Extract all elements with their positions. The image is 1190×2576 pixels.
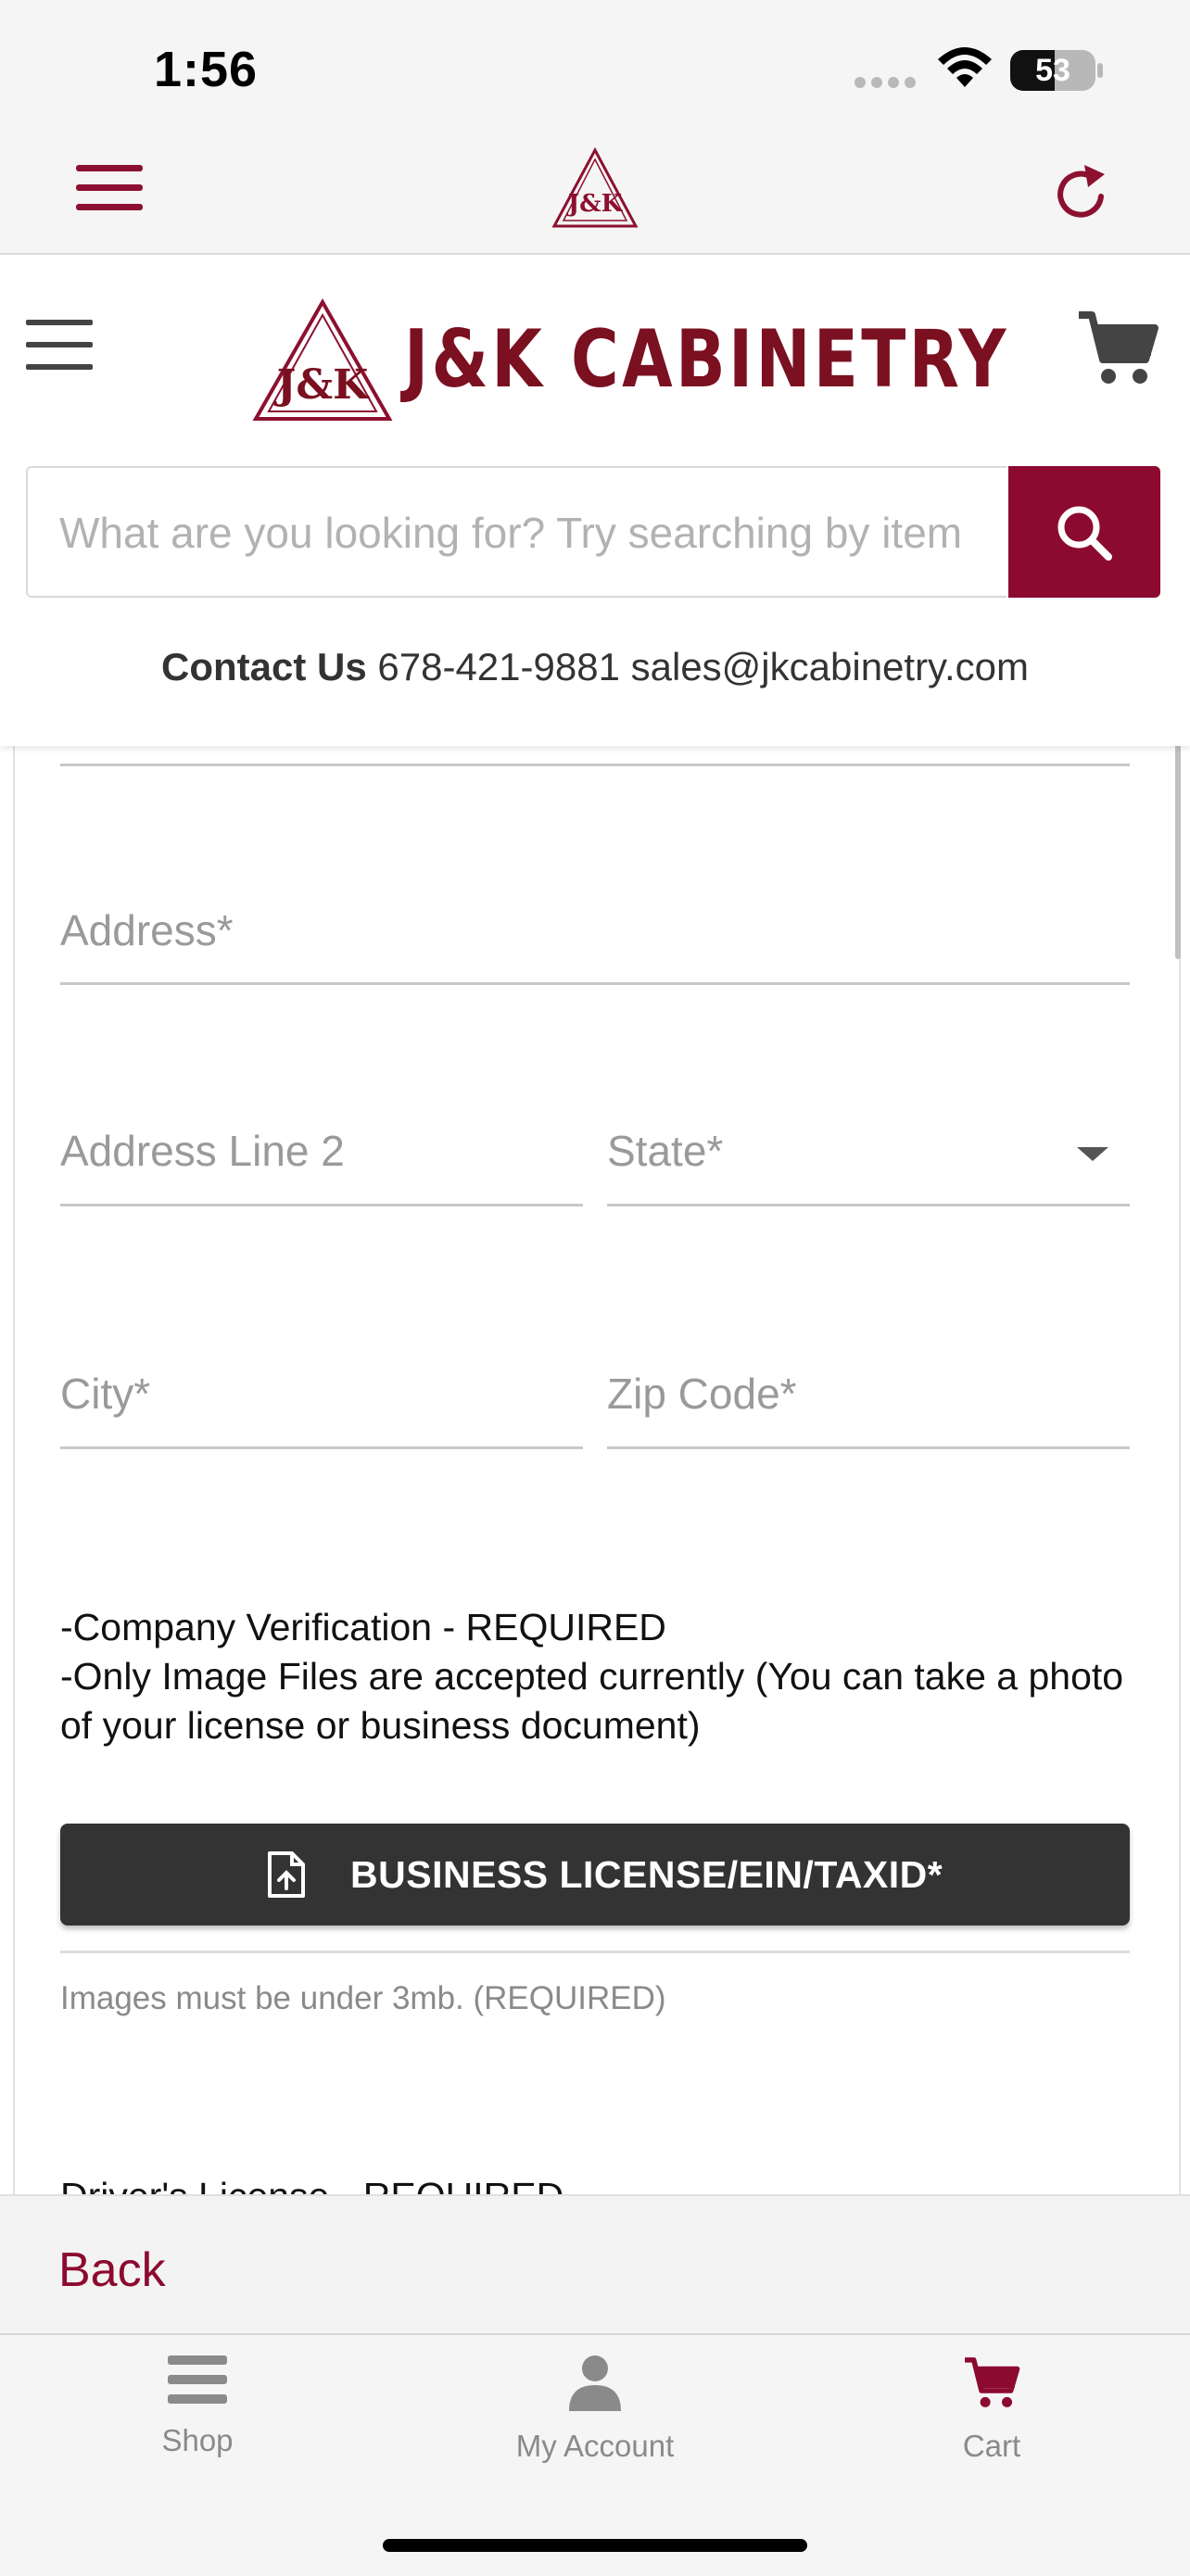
hamburger-menu-icon[interactable]: [76, 165, 143, 223]
file-upload-icon: [268, 1851, 305, 1898]
app-logo-text: J&K: [566, 190, 624, 218]
search-button[interactable]: [1008, 466, 1160, 598]
upload-business-license-button[interactable]: BUSINESS LICENSE/EIN/TAXID*: [60, 1824, 1130, 1926]
tab-shop[interactable]: Shop: [58, 2354, 336, 2458]
tab-my-account[interactable]: My Account: [456, 2354, 734, 2464]
tab-my-account-label: My Account: [515, 2429, 675, 2463]
contact-phone[interactable]: 678-421-9881: [377, 645, 620, 688]
search-icon: [1057, 506, 1112, 561]
form-card: [13, 746, 1181, 2196]
home-indicator[interactable]: [383, 2539, 807, 2552]
address-field[interactable]: Address*: [60, 905, 234, 955]
upload-hint: Images must be under 3mb. (REQUIRED): [60, 1980, 666, 2016]
upload-button-label: BUSINESS LICENSE/EIN/TAXID*: [350, 1853, 943, 1896]
city-underline: [60, 1446, 583, 1449]
address-line-2-field[interactable]: Address Line 2: [60, 1126, 345, 1176]
shopping-cart-icon: [965, 2357, 1020, 2407]
menu-bars-icon: [168, 2355, 227, 2404]
address-underline: [60, 982, 1130, 985]
refresh-icon[interactable]: [1047, 159, 1114, 231]
zip-code-field[interactable]: Zip Code*: [607, 1369, 797, 1419]
notice-line-2: -Only Image Files are accepted currently…: [60, 1655, 1124, 1747]
brand-logo-mark[interactable]: J&K: [252, 297, 393, 427]
state-underline: [607, 1204, 1130, 1206]
contact-email[interactable]: sales@jkcabinetry.com: [631, 645, 1029, 688]
status-time: 1:56: [154, 42, 259, 97]
site-menu-icon[interactable]: [26, 320, 93, 386]
upload-divider: [60, 1951, 1130, 1953]
search-input[interactable]: [57, 468, 997, 598]
back-bar: [0, 2194, 1190, 2335]
battery-icon: 53: [1010, 50, 1095, 91]
app-logo: J&K: [551, 146, 639, 236]
brand-logo-mark-text: J&K: [273, 361, 371, 409]
shopping-cart-icon[interactable]: [1075, 306, 1160, 394]
notice-line-1: -Company Verification - REQUIRED: [60, 1606, 666, 1648]
search-box: [26, 466, 1006, 598]
tab-cart-label: Cart: [962, 2429, 1021, 2463]
verification-notice: -Company Verification - REQUIRED -Only I…: [60, 1603, 1126, 1750]
state-select[interactable]: State*: [607, 1126, 723, 1176]
user-icon: [569, 2355, 621, 2411]
battery-tip: [1097, 63, 1103, 78]
contact-line: Contact Us 678-421-9881 sales@jkcabinetr…: [0, 645, 1190, 689]
back-button[interactable]: Back: [58, 2242, 166, 2298]
drivers-license-heading: Driver's License - REQUIRED: [60, 2168, 563, 2194]
wifi-icon: [936, 46, 994, 94]
tab-cart[interactable]: Cart: [853, 2354, 1131, 2464]
contact-label: Contact Us: [161, 645, 367, 688]
tab-shop-label: Shop: [161, 2423, 234, 2457]
brand-name[interactable]: J&K CABINETRY: [404, 320, 1009, 399]
zip-code-underline: [607, 1446, 1130, 1449]
cellular-signal-icon: [855, 76, 921, 93]
city-field[interactable]: City*: [60, 1369, 150, 1419]
battery-level: 53: [1035, 53, 1070, 88]
chevron-down-icon[interactable]: [1077, 1147, 1108, 1161]
address-line-2-underline: [60, 1204, 583, 1206]
previous-field-underline: [60, 764, 1130, 766]
